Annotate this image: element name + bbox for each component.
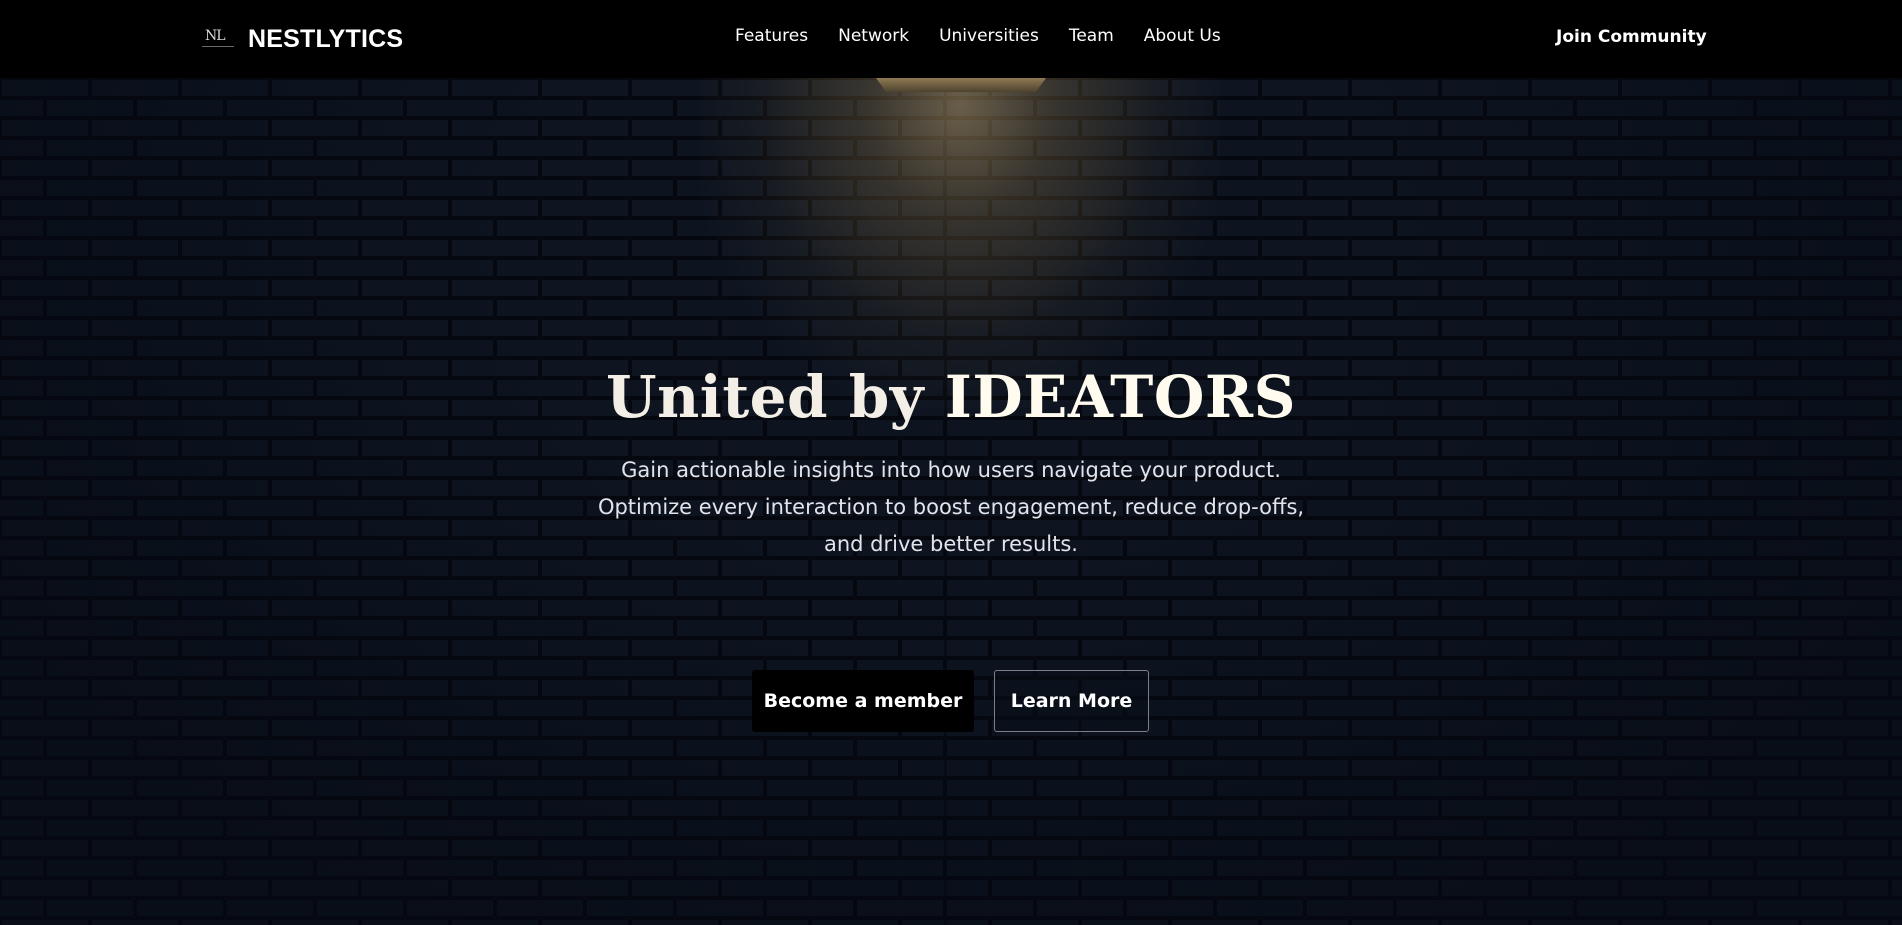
- nav-universities[interactable]: Universities: [939, 26, 1039, 46]
- logo-icon: NL: [202, 26, 234, 52]
- hero-section: United by IDEATORS Gain actionable insig…: [0, 78, 1902, 925]
- nav-about-us[interactable]: About Us: [1144, 26, 1221, 46]
- hero-title-prefix: United by: [606, 363, 925, 431]
- become-member-button[interactable]: Become a member: [752, 670, 974, 732]
- hero-subtitle: Gain actionable insights into how users …: [551, 452, 1351, 563]
- nav-features[interactable]: Features: [735, 26, 808, 46]
- learn-more-button[interactable]: Learn More: [994, 670, 1149, 732]
- logo-rule: [202, 46, 234, 47]
- hero-title: United by IDEATORS: [0, 363, 1902, 431]
- logo-letters: NL: [205, 28, 226, 44]
- brand[interactable]: NL NESTLYTICS: [202, 22, 403, 56]
- join-community-link[interactable]: Join Community: [1556, 27, 1707, 47]
- hero-title-emphasis: IDEATORS: [944, 363, 1296, 431]
- top-navbar: NL NESTLYTICS Features Network Universit…: [0, 0, 1902, 78]
- nav-team[interactable]: Team: [1069, 26, 1114, 46]
- page: NL NESTLYTICS Features Network Universit…: [0, 0, 1902, 925]
- hero-subtitle-line-2: Optimize every interaction to boost enga…: [597, 495, 1305, 519]
- hero-subtitle-line-3: and drive better results.: [824, 532, 1078, 556]
- lamp-icon: [876, 78, 1046, 92]
- hero-subtitle-line-1: Gain actionable insights into how users …: [621, 458, 1281, 482]
- main-nav: Features Network Universities Team About…: [735, 26, 1221, 46]
- brand-name: NESTLYTICS: [248, 24, 404, 53]
- nav-network[interactable]: Network: [838, 26, 909, 46]
